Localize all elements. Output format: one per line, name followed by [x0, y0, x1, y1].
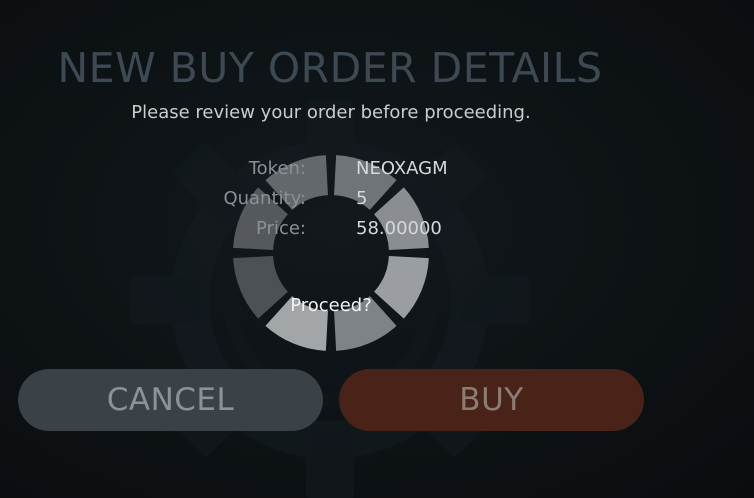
- buy-button[interactable]: BUY: [339, 369, 644, 431]
- order-confirmation-dialog: NEW BUY ORDER DETAILS Please review your…: [0, 0, 754, 498]
- price-value: 58.00000: [356, 218, 442, 239]
- token-value: NEOXAGM: [356, 158, 448, 179]
- quantity-value: 5: [356, 188, 368, 209]
- token-label: Token:: [248, 158, 306, 179]
- page-subtitle: Please review your order before proceedi…: [131, 102, 531, 123]
- price-label: Price:: [256, 218, 306, 239]
- proceed-prompt: Proceed?: [290, 295, 372, 316]
- cancel-button[interactable]: CANCEL: [18, 369, 323, 431]
- page-title: NEW BUY ORDER DETAILS: [57, 44, 603, 92]
- quantity-label: Quantity:: [223, 188, 306, 209]
- loading-spinner-icon: [233, 155, 429, 351]
